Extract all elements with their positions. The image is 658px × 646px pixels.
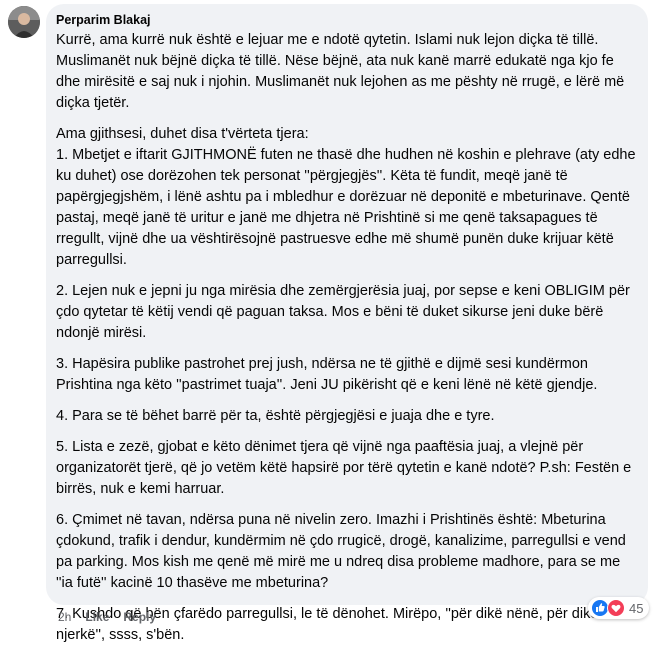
- comment-actions: 2h Like Reply: [58, 610, 156, 624]
- comment-author[interactable]: Perparim Blakaj: [56, 12, 636, 28]
- comment-paragraph: 4. Para se të bëhet barrë për ta, është …: [56, 408, 495, 424]
- comment-paragraph: Kurrë, ama kurrë nuk është e lejuar me e…: [56, 32, 625, 111]
- comment-paragraph: Ama gjithsesi, duhet disa t'vërteta tjer…: [56, 126, 636, 268]
- comment-timestamp[interactable]: 2h: [58, 610, 71, 624]
- comment-paragraph: 6. Çmimet në tavan, ndërsa puna në nivel…: [56, 512, 626, 591]
- profile-photo: [8, 6, 40, 38]
- avatar[interactable]: [8, 6, 40, 38]
- comment-bubble: Perparim Blakaj Kurrë, ama kurrë nuk ësh…: [46, 4, 648, 643]
- comment-paragraph: 5. Lista e zezë, gjobat e këto dënimet t…: [56, 439, 632, 497]
- comment-paragraph: 3. Hapësira publike pastrohet prej jush,…: [56, 356, 598, 393]
- comment-paragraph: 2. Lejen nuk e jepni ju nga mirësia dhe …: [56, 283, 630, 341]
- comment-body: Kurrë, ama kurrë nuk është e lejuar me e…: [56, 30, 636, 646]
- like-button[interactable]: Like: [85, 610, 109, 624]
- reply-button[interactable]: Reply: [123, 610, 156, 624]
- reaction-count: 45: [629, 600, 644, 616]
- reaction-summary[interactable]: 45: [588, 597, 650, 619]
- love-reaction-icon: [607, 599, 625, 617]
